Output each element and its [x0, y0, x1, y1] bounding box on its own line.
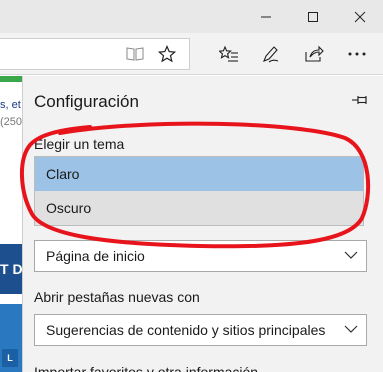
page-text-line: (250 — [0, 116, 22, 128]
startup-select-value: Página de inicio — [46, 248, 145, 264]
close-icon — [354, 11, 366, 22]
reading-view-button[interactable] — [118, 33, 152, 75]
add-favorite-button[interactable] — [150, 33, 184, 75]
page-text-line: s, et — [0, 99, 21, 111]
web-page-content: s, et (250 T D L — [0, 76, 22, 372]
more-icon — [348, 52, 366, 56]
share-icon — [305, 45, 324, 62]
minimize-button[interactable] — [243, 0, 289, 33]
favorites-hub-button[interactable] — [212, 33, 246, 75]
settings-panel: Configuración Elegir un tema Claro Oscur… — [22, 76, 383, 372]
page-banner: T D — [0, 244, 22, 294]
theme-label: Elegir un tema — [34, 136, 125, 152]
chevron-down-icon — [344, 324, 358, 334]
theme-option-light[interactable]: Claro — [35, 157, 363, 191]
more-button[interactable] — [340, 33, 374, 75]
new-tabs-label: Abrir pestañas nuevas con — [34, 289, 200, 305]
page-image: L — [0, 304, 22, 372]
favorite-star-icon — [158, 45, 176, 63]
minimize-icon — [261, 16, 271, 17]
theme-option-dark[interactable]: Oscuro — [35, 191, 363, 225]
pin-icon — [352, 96, 367, 104]
favorites-hub-icon — [219, 45, 238, 62]
new-tabs-select[interactable]: Sugerencias de contenido y sitios princi… — [34, 314, 367, 346]
page-badge: L — [2, 349, 18, 367]
web-note-button[interactable] — [253, 33, 287, 75]
browser-toolbar — [0, 33, 383, 75]
maximize-icon — [308, 11, 318, 22]
new-tabs-select-value: Sugerencias de contenido y sitios princi… — [46, 322, 326, 338]
startup-select[interactable]: Página de inicio — [34, 240, 367, 272]
pin-panel-button[interactable] — [349, 90, 371, 110]
panel-title: Configuración — [34, 92, 139, 111]
page-green-bar — [0, 76, 22, 82]
chevron-down-icon — [344, 251, 358, 259]
close-button[interactable] — [337, 0, 383, 33]
theme-dropdown-list: Claro Oscuro — [34, 156, 364, 226]
import-favorites-link[interactable]: Importar favoritos y otra información — [34, 364, 258, 372]
web-note-icon — [263, 46, 279, 63]
maximize-button[interactable] — [290, 0, 336, 33]
reading-view-icon — [126, 47, 144, 61]
share-button[interactable] — [297, 33, 331, 75]
browser-titlebar — [0, 0, 383, 33]
